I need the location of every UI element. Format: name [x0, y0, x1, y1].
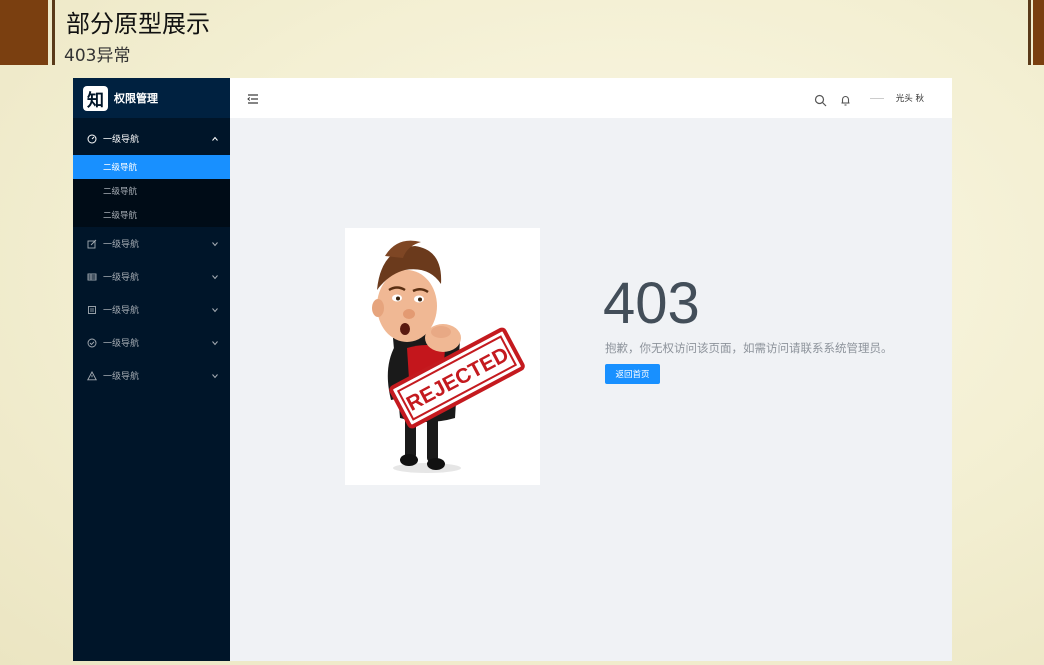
sidebar-item-label: 一级导航	[103, 135, 140, 145]
avatar[interactable]	[869, 97, 884, 99]
error-message: 抱歉，你无权访问该页面，如需访问请联系系统管理员。	[605, 341, 893, 355]
submenu: 二级导航 二级导航 二级导航	[73, 155, 230, 227]
sidebar-subitem-1[interactable]: 二级导航	[73, 155, 230, 179]
sidebar-subitem-2[interactable]: 二级导航	[73, 179, 230, 203]
chevron-up-icon	[211, 135, 219, 143]
rejected-illustration: REJECTED	[345, 228, 540, 485]
app-title: 权限管理	[114, 92, 158, 105]
sidebar-item-label: 一级导航	[103, 339, 140, 349]
dashboard-icon	[87, 134, 97, 144]
form-icon	[87, 239, 97, 249]
sidebar-item-label: 一级导航	[103, 240, 140, 250]
table-icon	[87, 272, 97, 282]
chevron-down-icon	[211, 240, 219, 248]
bell-icon[interactable]	[839, 92, 852, 106]
app-window: 知 权限管理 一级导航 二级导航 二级导航 二级导航 一级导航 一级导航 一级导…	[73, 78, 952, 661]
chevron-down-icon	[211, 339, 219, 347]
header-actions: 光头 秋	[814, 78, 924, 118]
sidebar-item-label: 一级导航	[103, 372, 140, 382]
menu-fold-icon[interactable]	[246, 91, 260, 105]
sidebar-item-3[interactable]: 一级导航	[73, 260, 230, 293]
sidebar-subitem-3[interactable]: 二级导航	[73, 203, 230, 227]
chevron-down-icon	[211, 372, 219, 380]
slide-title: 部分原型展示	[66, 10, 210, 38]
warning-icon	[87, 370, 97, 381]
error-code: 403	[603, 271, 700, 336]
sidebar-item-4[interactable]: 一级导航	[73, 293, 230, 326]
chevron-down-icon	[211, 273, 219, 281]
username[interactable]: 光头 秋	[896, 92, 924, 104]
logo-icon: 知	[83, 85, 108, 111]
sidebar-item-6[interactable]: 一级导航	[73, 359, 230, 392]
chevron-down-icon	[211, 306, 219, 314]
sidebar: 知 权限管理 一级导航 二级导航 二级导航 二级导航 一级导航 一级导航 一级导…	[73, 78, 230, 661]
main-content: 光头 秋 REJECTED 403 抱歉，你无权访问该页面，如需访问请联系系统管…	[230, 78, 952, 661]
sidebar-item-label: 一级导航	[103, 306, 140, 316]
logo[interactable]: 知 权限管理	[73, 78, 230, 118]
slide-decoration-bar	[52, 0, 55, 65]
header: 光头 秋	[230, 78, 952, 118]
sidebar-item-label: 一级导航	[103, 273, 140, 283]
slide-decoration-right	[1028, 0, 1044, 65]
slide-subtitle: 403异常	[64, 46, 131, 66]
sidebar-item-2[interactable]: 一级导航	[73, 227, 230, 260]
back-home-button[interactable]: 返回首页	[605, 364, 660, 384]
sidebar-item-5[interactable]: 一级导航	[73, 326, 230, 359]
sidebar-item-1[interactable]: 一级导航	[73, 122, 230, 155]
search-icon[interactable]	[814, 92, 827, 106]
profile-icon	[87, 305, 97, 315]
check-circle-icon	[87, 338, 97, 348]
slide-decoration-block	[0, 0, 48, 65]
